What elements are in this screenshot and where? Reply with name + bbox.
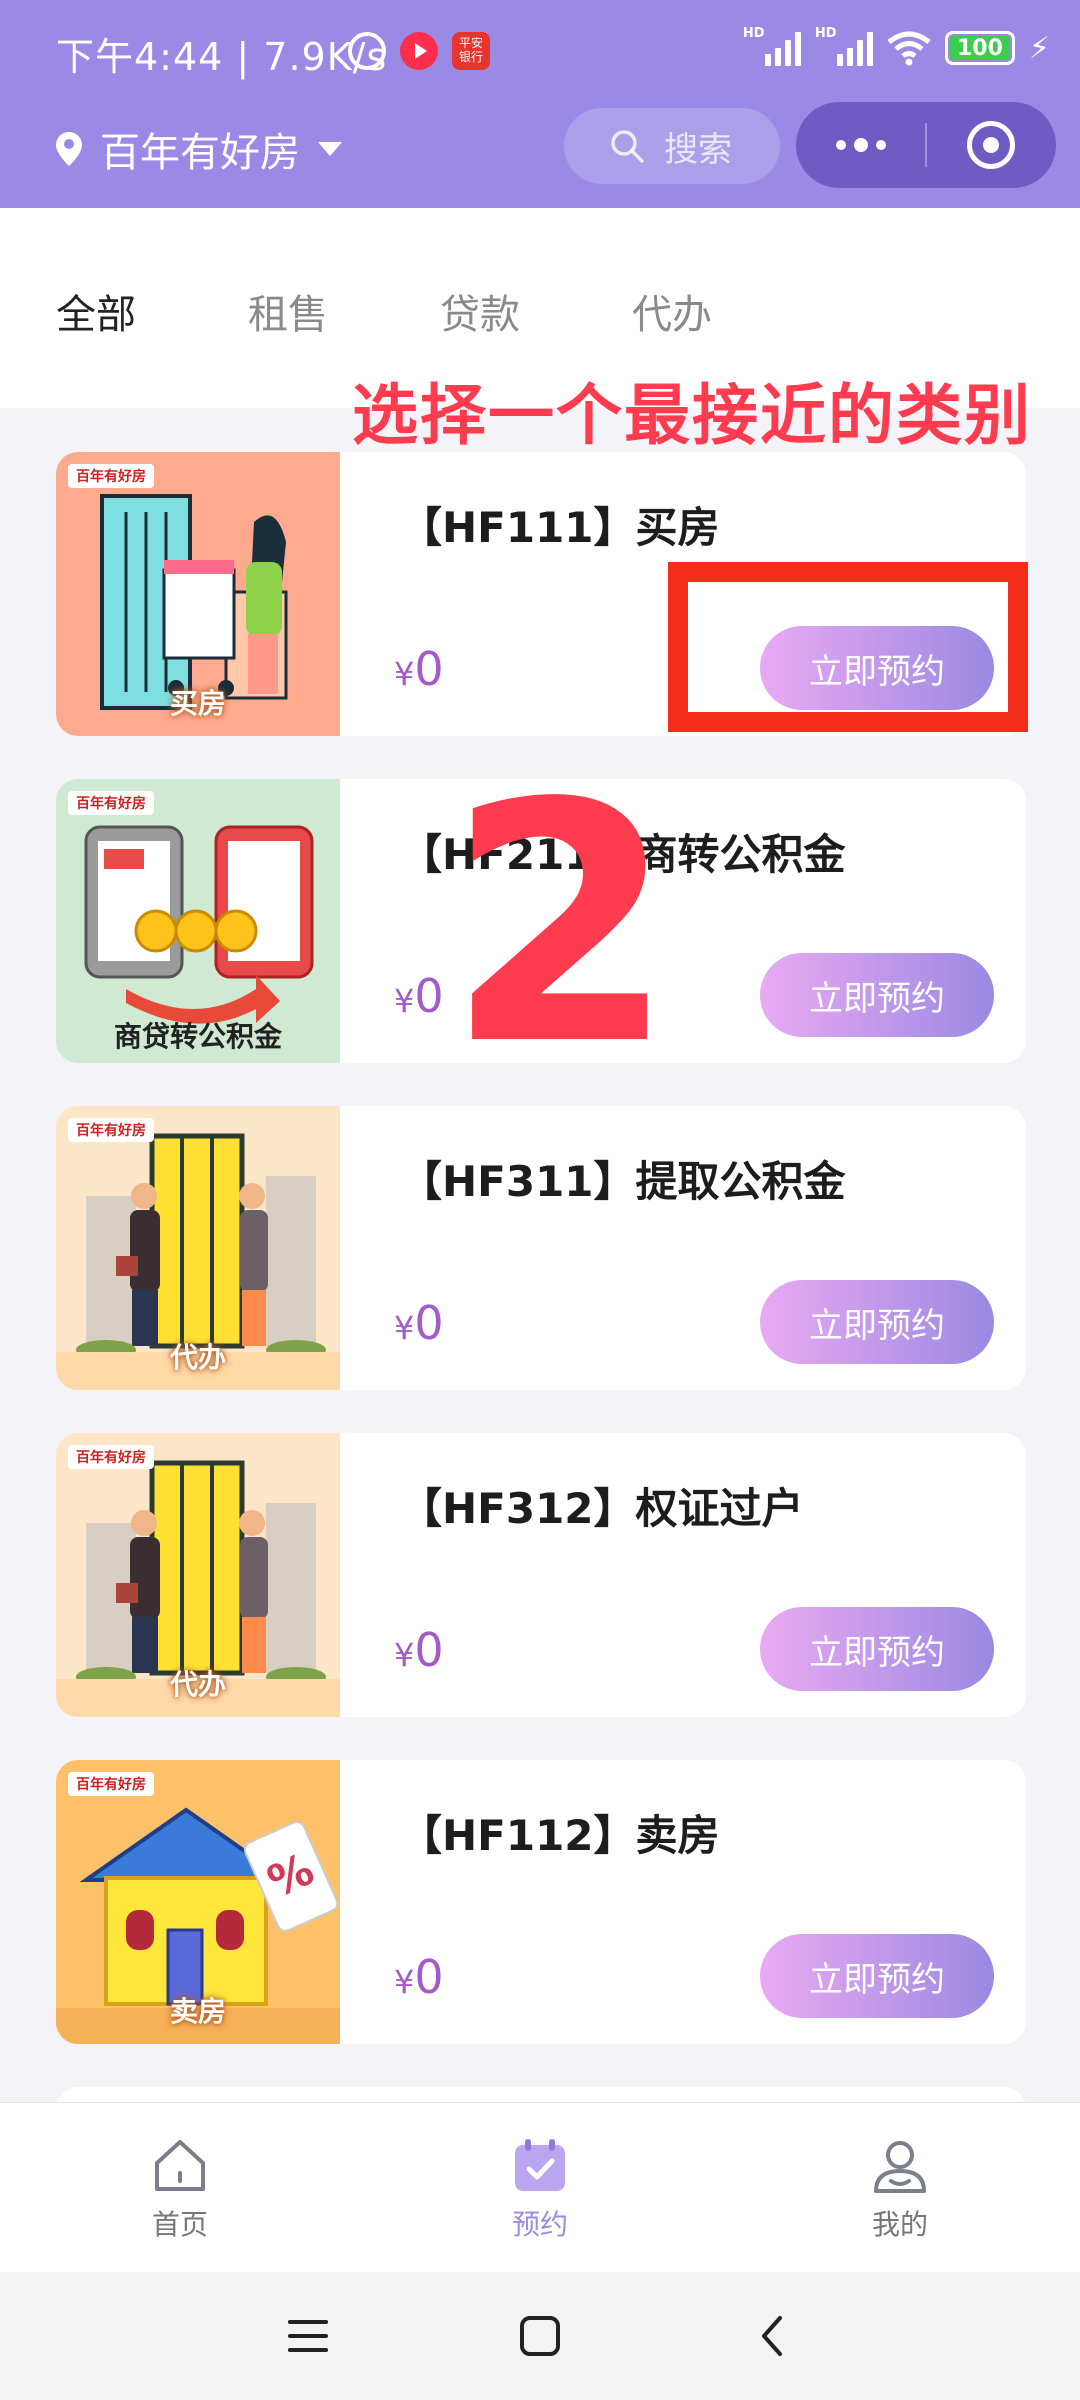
service-image: 百年有好房 代办 — [56, 1433, 340, 1717]
service-title: 【HF311】提取公积金 — [400, 1157, 846, 1206]
location-selector[interactable]: 百年有好房 — [56, 120, 342, 178]
image-label: 商贷转公积金 — [113, 1020, 282, 1053]
tab-agency[interactable]: 代办 — [632, 282, 712, 340]
video-app-icon — [400, 32, 438, 70]
status-time: 下午4:44 | 7.9K/s — [56, 35, 388, 79]
home-square-icon[interactable] — [518, 2314, 562, 2358]
wifi-icon — [887, 31, 931, 66]
bank-app-icon: 平安 银行 — [452, 32, 490, 70]
back-icon[interactable] — [752, 2314, 796, 2358]
service-card[interactable]: % 百年有好房 卖房 【HF112】卖房 ¥0 立即预约 — [56, 1760, 1026, 2044]
brand-logo: 百年有好房 — [68, 1772, 154, 1796]
service-image: 百年有好房 买房 — [56, 452, 340, 736]
nav-label: 首页 — [151, 2208, 208, 2241]
search-placeholder: 搜索 — [664, 129, 732, 170]
status-system-icons: HD HD 100 ⚡ — [743, 26, 1050, 66]
brand-logo: 百年有好房 — [68, 791, 154, 815]
service-image: 百年有好房 代办 — [56, 1106, 340, 1390]
service-title: 【HF312】权证过户 — [400, 1484, 804, 1533]
signal-icon-2: HD — [815, 26, 873, 66]
step-number-annotation: 2 — [446, 733, 676, 1117]
tab-all[interactable]: 全部 — [56, 282, 136, 340]
service-title: 【HF111】买房 — [400, 503, 720, 552]
book-now-button[interactable]: 立即预约 — [760, 1934, 994, 2018]
system-navigation-bar — [0, 2272, 1080, 2400]
calendar-icon — [515, 2139, 565, 2191]
brand-logo: 百年有好房 — [68, 1118, 154, 1142]
service-card[interactable]: 百年有好房 代办 【HF312】权证过户 ¥0 立即预约 — [56, 1433, 1026, 1717]
service-image: % 百年有好房 卖房 — [56, 1760, 340, 2044]
chevron-down-icon — [318, 142, 342, 156]
image-label: 代办 — [169, 1668, 226, 1701]
battery-icon: 100 — [944, 31, 1015, 65]
nav-home[interactable]: 首页 — [90, 2137, 270, 2243]
service-image: 百年有好房 商贷转公积金 — [56, 779, 340, 1063]
service-price: ¥0 — [394, 1296, 444, 1350]
user-icon — [874, 2141, 926, 2193]
service-price: ¥0 — [394, 1950, 444, 2004]
home-icon — [155, 2140, 205, 2191]
nav-mine[interactable]: 我的 — [810, 2137, 990, 2243]
book-now-button[interactable]: 立即预约 — [760, 1280, 994, 1364]
status-bar: 下午4:44 | 7.9K/s 平安 银行 HD HD 100 ⚡ — [0, 0, 1080, 100]
service-price: ¥0 — [394, 642, 444, 696]
image-label: 卖房 — [169, 1995, 226, 2028]
instruction-annotation: 选择一个最接近的类别 — [352, 377, 1032, 454]
book-now-button[interactable]: 立即预约 — [760, 953, 994, 1037]
location-name: 百年有好房 — [100, 130, 300, 176]
close-miniprogram-icon[interactable] — [927, 102, 1056, 188]
service-price: ¥0 — [394, 969, 444, 1023]
book-now-button[interactable]: 立即预约 — [760, 1607, 994, 1691]
tab-rent-sale[interactable]: 租售 — [248, 282, 328, 340]
service-card[interactable]: 百年有好房 代办 【HF311】提取公积金 ¥0 立即预约 — [56, 1106, 1026, 1390]
brand-logo: 百年有好房 — [68, 464, 154, 488]
tab-loan[interactable]: 贷款 — [440, 282, 520, 340]
miniprogram-capsule — [796, 102, 1056, 188]
location-pin-icon — [56, 132, 82, 166]
search-icon — [611, 130, 644, 163]
service-price: ¥0 — [394, 1623, 444, 1677]
top-header: 下午4:44 | 7.9K/s 平安 银行 HD HD 100 ⚡ 百年有好房 搜… — [0, 0, 1080, 208]
nav-label: 预约 — [511, 2208, 568, 2241]
signal-icon: HD — [743, 26, 801, 66]
more-options-icon[interactable] — [796, 102, 925, 188]
search-box[interactable]: 搜索 — [564, 108, 780, 184]
image-label: 买房 — [169, 687, 226, 720]
service-title: 【HF112】卖房 — [400, 1811, 720, 1860]
brand-logo: 百年有好房 — [68, 1445, 154, 1469]
nav-booking[interactable]: 预约 — [450, 2137, 630, 2243]
status-notification-icons: 平安 银行 — [348, 32, 490, 70]
nav-label: 我的 — [871, 2208, 928, 2241]
highlight-box-annotation — [668, 562, 1028, 732]
alarm-icon — [348, 32, 386, 70]
menu-icon[interactable] — [286, 2314, 330, 2358]
bottom-navigation: 首页 预约 我的 — [0, 2102, 1080, 2272]
image-label: 代办 — [169, 1341, 226, 1374]
charging-icon: ⚡ — [1028, 30, 1050, 66]
